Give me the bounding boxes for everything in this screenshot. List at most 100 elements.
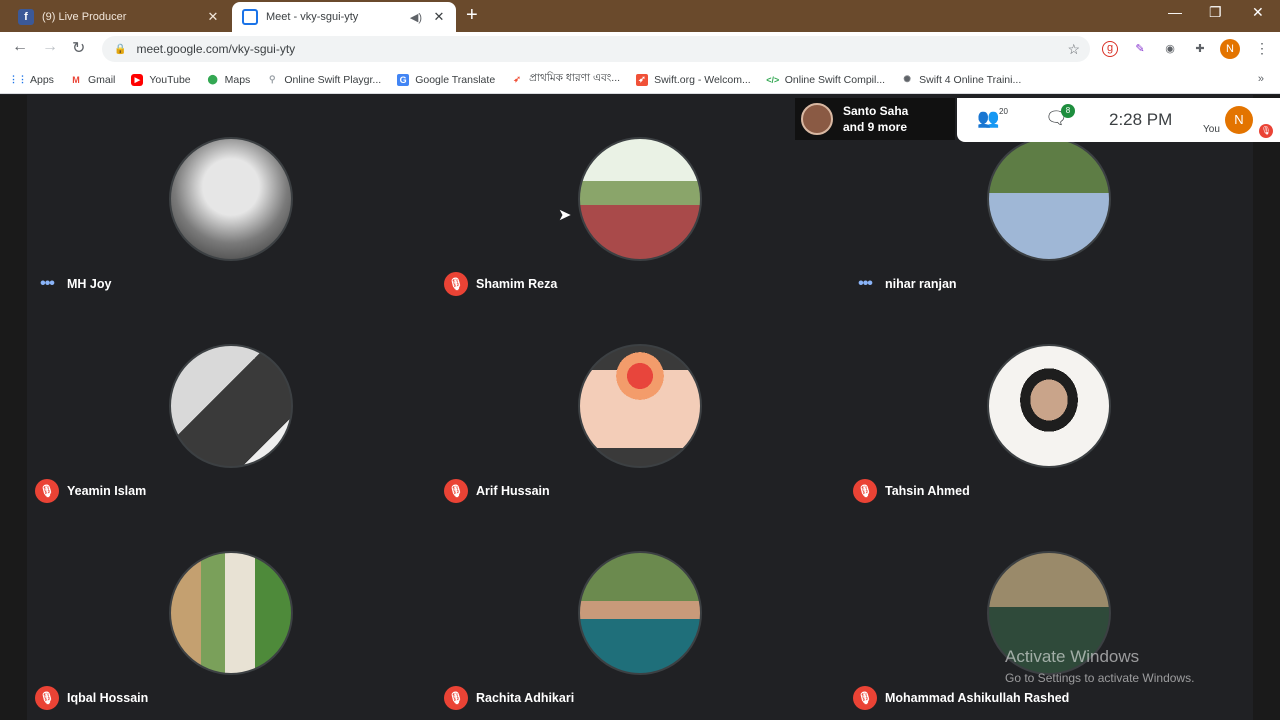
participant-namebar: 🎙 Tahsin Ahmed xyxy=(853,479,970,503)
bookmark-label: Apps xyxy=(30,73,54,86)
bookmark-google-translate[interactable]: G Google Translate xyxy=(397,73,495,86)
participant-namebar: 🎙 Arif Hussain xyxy=(444,479,550,503)
address-bar[interactable]: 🔒 meet.google.com/vky-sgui-yty ☆ xyxy=(102,36,1090,62)
participant-tile[interactable]: 🎙 Shamim Reza xyxy=(436,95,836,296)
tab-meet[interactable]: Meet - vky-sgui-yty ◀) ✕ xyxy=(232,2,456,32)
participant-name: MH Joy xyxy=(67,277,112,291)
bookmark-label: Swift.org - Welcom... xyxy=(654,73,751,86)
participant-tile[interactable]: 🎙 Tahsin Ahmed xyxy=(845,302,1245,503)
bookmark-swift-playground[interactable]: ⚲ Online Swift Playgr... xyxy=(266,74,381,86)
code-icon: </> xyxy=(766,74,780,85)
camera-extension-icon[interactable]: ◉ xyxy=(1162,41,1178,57)
minimize-button[interactable]: — xyxy=(1168,4,1182,20)
back-icon[interactable]: ← xyxy=(12,38,28,56)
self-mic-off-icon: 🎙 xyxy=(1259,124,1273,138)
swift-org-icon: ➶ xyxy=(636,73,649,86)
you-label: You xyxy=(1203,124,1220,135)
bookmarks-bar: ⋮⋮ Apps M Gmail ▶ YouTube ⬤ Maps ⚲ Online Swi… xyxy=(0,66,1280,94)
facebook-icon: f xyxy=(18,9,34,25)
bookmark-bangla[interactable]: ➶ প্রাথমিক ধারণা এবং... xyxy=(511,71,620,88)
close-tab-icon[interactable]: ✕ xyxy=(432,9,446,25)
youtube-icon: ▶ xyxy=(131,73,144,86)
watermark-title: Activate Windows xyxy=(1005,647,1140,666)
profile-avatar[interactable]: N xyxy=(1220,39,1240,59)
bookmark-label: প্রাথমিক ধারণা এবং... xyxy=(529,72,621,84)
participant-name: Iqbal Hossain xyxy=(67,691,149,705)
swift-icon: ➶ xyxy=(513,74,521,84)
participant-avatar xyxy=(578,137,702,261)
meet-favicon-icon xyxy=(242,9,258,25)
bookmark-maps[interactable]: ⬤ Maps xyxy=(207,74,251,86)
window-close-button[interactable]: ✕ xyxy=(1252,4,1264,21)
participant-name: Shamim Reza xyxy=(476,277,558,291)
meeting-clock: 2:28 PM xyxy=(1109,110,1173,129)
presenter-more: and 9 more xyxy=(843,120,908,134)
extension-icon[interactable]: g xyxy=(1102,41,1118,57)
participant-namebar: ••• MH Joy xyxy=(35,272,111,296)
speaker-icon[interactable]: ◀) xyxy=(410,11,422,24)
activate-windows-watermark: Activate Windows Go to Settings to activ… xyxy=(1005,647,1194,685)
pin-icon: ⚲ xyxy=(269,74,276,84)
apps-grid-icon: ⋮⋮ xyxy=(9,74,27,84)
bookmark-label: Gmail xyxy=(87,73,116,86)
browser-toolbar: ← → ↻ 🔒 meet.google.com/vky-sgui-yty ☆ g… xyxy=(0,32,1280,66)
bookmark-gmail[interactable]: M Gmail xyxy=(70,74,115,86)
participant-tile[interactable]: 🎙 Rachita Adhikari xyxy=(436,509,836,710)
participant-avatar xyxy=(578,344,702,468)
bookmark-swift-training[interactable]: ✺ Swift 4 Online Traini... xyxy=(901,74,1021,86)
forward-icon[interactable]: → xyxy=(42,38,58,56)
bookmark-star-icon[interactable]: ☆ xyxy=(1067,41,1080,58)
participant-avatar xyxy=(169,137,293,261)
close-tab-icon[interactable]: ✕ xyxy=(206,9,220,25)
participant-grid: ••• MH Joy 🎙 Shamim Reza ••• nihar ranja… xyxy=(27,95,1253,720)
mic-off-icon: 🎙 xyxy=(35,479,59,503)
participant-name: Tahsin Ahmed xyxy=(885,484,970,498)
watermark-subtitle: Go to Settings to activate Windows. xyxy=(1005,671,1195,685)
restore-button[interactable]: ❐ xyxy=(1209,4,1222,21)
reload-icon[interactable]: ↻ xyxy=(72,38,85,58)
maps-pin-icon: ⬤ xyxy=(207,74,218,84)
participant-avatar xyxy=(169,344,293,468)
participant-tile[interactable]: 🎙 Yeamin Islam xyxy=(27,302,427,503)
bookmark-label: Online Swift Compil... xyxy=(784,73,886,86)
participant-namebar: 🎙 Rachita Adhikari xyxy=(444,686,574,710)
url-text: meet.google.com/vky-sgui-yty xyxy=(136,42,296,56)
participant-tile[interactable]: 🎙 Iqbal Hossain xyxy=(27,509,427,710)
mic-off-icon: 🎙 xyxy=(444,686,468,710)
lock-icon[interactable]: 🔒 xyxy=(114,44,126,55)
participant-tile[interactable]: 🎙 Arif Hussain xyxy=(436,302,836,503)
tab-title: Meet - vky-sgui-yty xyxy=(266,11,359,23)
participant-name: Mohammad Ashikullah Rashed xyxy=(885,691,1070,705)
bookmark-swift-compiler[interactable]: </> Online Swift Compil... xyxy=(766,73,886,86)
tab-live-producer[interactable]: f (9) Live Producer ✕ xyxy=(8,2,230,32)
self-avatar[interactable]: N xyxy=(1225,106,1253,134)
gear-icon: ✺ xyxy=(903,74,911,84)
bookmark-youtube[interactable]: ▶ YouTube xyxy=(131,73,191,86)
bookmark-swift-org[interactable]: ➶ Swift.org - Welcom... xyxy=(636,73,751,86)
people-icon[interactable]: 👥 xyxy=(977,108,999,129)
presenter-name: Santo Saha xyxy=(843,104,909,118)
bookmark-apps[interactable]: ⋮⋮ Apps xyxy=(9,73,54,86)
menu-kebab-icon[interactable]: ⋮ xyxy=(1255,40,1269,57)
more-bookmarks-icon[interactable]: » xyxy=(1258,73,1264,85)
participant-avatar xyxy=(987,137,1111,261)
pen-extension-icon[interactable]: ✎ xyxy=(1132,41,1148,57)
presenter-chip[interactable]: Santo Saha and 9 more xyxy=(795,98,955,140)
bookmark-label: Swift 4 Online Traini... xyxy=(919,73,1022,86)
participant-name: Rachita Adhikari xyxy=(476,691,575,705)
people-count: 20 xyxy=(999,107,1008,116)
participant-tile[interactable]: ••• MH Joy xyxy=(27,95,427,295)
meet-top-bar: 👥 20 🗨 8 2:28 PM You N 🎙 xyxy=(957,98,1280,142)
participant-avatar xyxy=(578,551,702,675)
new-tab-button[interactable]: + xyxy=(466,4,478,27)
presenter-avatar xyxy=(801,103,833,135)
mic-off-icon: 🎙 xyxy=(444,272,468,296)
mic-off-icon: 🎙 xyxy=(853,479,877,503)
participant-namebar: 🎙 Yeamin Islam xyxy=(35,479,146,503)
gmail-icon: M xyxy=(72,74,80,85)
puzzle-extensions-icon[interactable]: ✚ xyxy=(1192,41,1208,57)
mic-off-icon: 🎙 xyxy=(444,479,468,503)
participant-namebar: 🎙 Mohammad Ashikullah Rashed xyxy=(853,686,1069,710)
tab-title: (9) Live Producer xyxy=(42,11,127,23)
presenter-text: Santo Saha and 9 more xyxy=(843,103,908,135)
